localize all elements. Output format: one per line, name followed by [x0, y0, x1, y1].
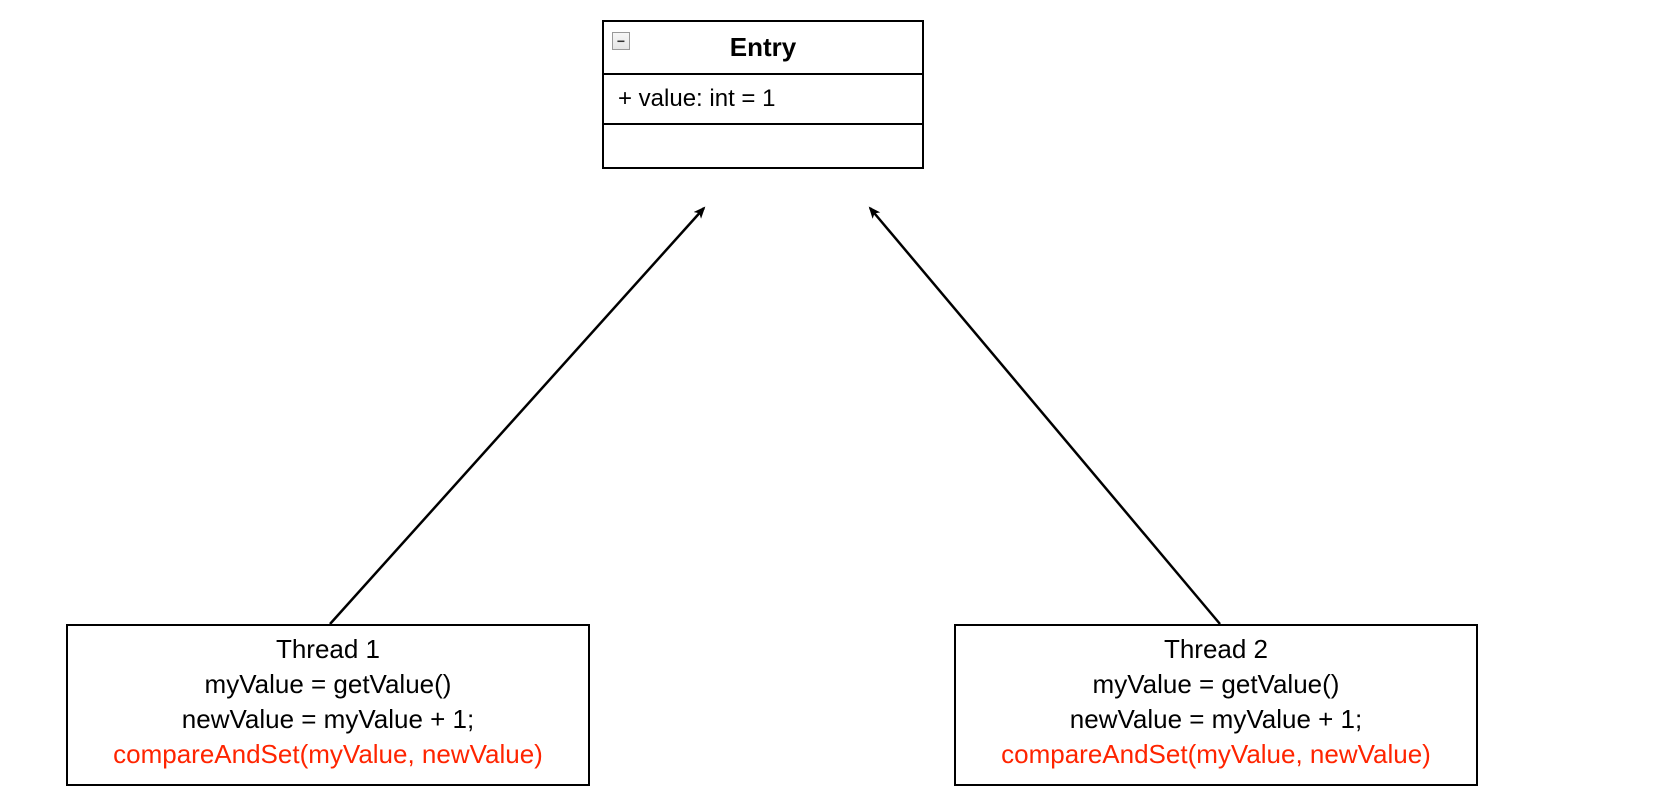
uml-class-attributes: + value: int = 1 [604, 75, 922, 125]
thread1-line2: newValue = myValue + 1; [84, 702, 572, 737]
thread2-title: Thread 2 [972, 634, 1460, 665]
thread1-box: Thread 1 myValue = getValue() newValue =… [66, 624, 590, 786]
thread1-line1: myValue = getValue() [84, 667, 572, 702]
thread2-line2: newValue = myValue + 1; [972, 702, 1460, 737]
uml-class-entry: − Entry + value: int = 1 [602, 20, 924, 169]
arrow-thread2-to-entry [870, 208, 1220, 624]
thread2-line3: compareAndSet(myValue, newValue) [972, 737, 1460, 772]
attribute-line: + value: int = 1 [618, 85, 775, 112]
uml-class-header: − Entry [604, 22, 922, 75]
thread1-title: Thread 1 [84, 634, 572, 665]
class-name: Entry [730, 32, 796, 62]
thread2-line1: myValue = getValue() [972, 667, 1460, 702]
uml-class-methods [604, 125, 922, 167]
thread2-box: Thread 2 myValue = getValue() newValue =… [954, 624, 1478, 786]
arrow-thread1-to-entry [330, 208, 704, 624]
collapse-icon: − [612, 32, 630, 50]
thread1-line3: compareAndSet(myValue, newValue) [84, 737, 572, 772]
